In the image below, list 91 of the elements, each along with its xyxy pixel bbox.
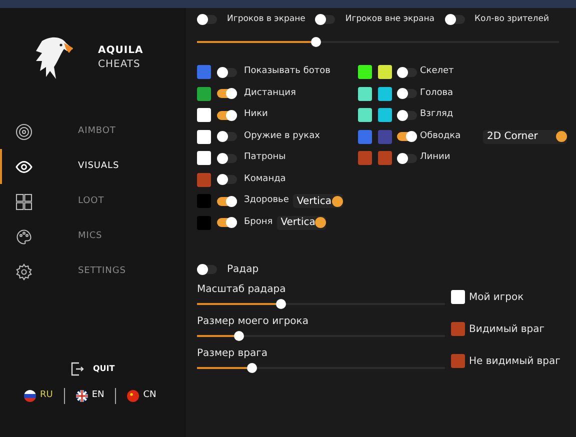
toggle-switch[interactable] [397, 68, 417, 76]
color-swatch[interactable] [451, 354, 465, 368]
target-icon [15, 122, 33, 140]
grid-icon [15, 192, 33, 210]
settings-icon [15, 262, 33, 280]
color-swatch[interactable] [378, 151, 392, 165]
option-label: Скелет [420, 65, 455, 78]
color-swatch[interactable] [451, 290, 465, 304]
option-label: Команда [244, 172, 286, 186]
color-swatch[interactable] [378, 130, 392, 144]
toggle-switch[interactable] [217, 68, 237, 76]
language-option[interactable]: CN [127, 389, 156, 403]
language-option[interactable]: EN [76, 389, 104, 403]
option-label: Оружие в руках [244, 130, 320, 143]
slider-label: Размер врага [197, 346, 268, 360]
toggle-switch[interactable] [217, 89, 237, 98]
slider-thumb[interactable] [311, 37, 322, 47]
option-label: Обводка [420, 130, 462, 143]
color-swatch[interactable] [378, 108, 392, 122]
slider-label: Масштаб радара [197, 282, 287, 296]
toggle-switch[interactable] [217, 196, 237, 206]
toggle-switch[interactable] [217, 175, 237, 184]
toggle-switch[interactable] [397, 110, 417, 120]
brand-subtitle: CHEATS [98, 58, 142, 72]
toggle-switch[interactable] [217, 110, 237, 120]
nav-item[interactable]: AIMBOT [0, 114, 184, 149]
option-label: Взгляд [420, 108, 454, 122]
toggle-switch[interactable] [197, 14, 217, 24]
color-swatch[interactable] [378, 86, 392, 100]
color-swatch[interactable] [197, 172, 211, 186]
nav-item[interactable]: VISUALS [0, 149, 184, 184]
color-swatch[interactable] [358, 65, 372, 79]
quit-button[interactable]: QUIT [71, 362, 184, 376]
color-swatch[interactable] [197, 130, 211, 144]
color-swatch[interactable] [358, 130, 372, 144]
legend-label: Видимый враг [469, 322, 545, 336]
toggle-switch[interactable] [315, 14, 336, 24]
toggle-switch[interactable] [397, 132, 417, 141]
toggle-label: Игроков в экране [227, 12, 306, 26]
toggle-switch[interactable] [217, 154, 237, 162]
slider-thumb[interactable] [246, 362, 257, 372]
color-swatch[interactable] [378, 65, 392, 79]
dropdown[interactable]: 2D Corner [483, 130, 567, 144]
color-swatch[interactable] [197, 86, 211, 100]
nav-item[interactable]: LOOT [0, 184, 184, 219]
toggle-switch[interactable] [197, 264, 217, 274]
option-label: Здоровье [244, 194, 289, 208]
toggle-label: Кол-во зрителей [474, 12, 549, 26]
option-label: Патроны [244, 151, 286, 164]
toggle-switch[interactable] [444, 14, 465, 24]
option-label: Броня [244, 216, 273, 229]
nav-item[interactable]: SETTINGS [0, 254, 184, 289]
option-label: Линии [420, 151, 452, 164]
option-label: Показывать ботов [244, 65, 330, 78]
dropdown-knob-icon [556, 131, 567, 142]
nav-item[interactable]: MICS [0, 219, 184, 254]
option-label: Голова [420, 86, 454, 100]
flag-icon [127, 390, 140, 402]
color-swatch[interactable] [197, 194, 211, 208]
flag-icon [24, 390, 36, 402]
slider-thumb[interactable] [234, 330, 244, 340]
toggle-switch[interactable] [397, 89, 417, 98]
color-swatch[interactable] [451, 322, 465, 336]
color-swatch[interactable] [358, 86, 372, 100]
radar-label: Радар [227, 262, 259, 276]
eagle-logo [36, 35, 74, 81]
toggle-switch[interactable] [217, 218, 237, 227]
toggle-switch[interactable] [217, 132, 237, 141]
dropdown-knob-icon [332, 196, 343, 206]
color-swatch[interactable] [197, 216, 211, 230]
palette-icon [15, 228, 33, 246]
flag-icon [76, 390, 88, 402]
option-label: Дистанция [244, 86, 296, 100]
option-label: Ники [244, 108, 268, 122]
dropdown[interactable]: Vertica [276, 216, 326, 230]
slider-thumb[interactable] [276, 298, 286, 308]
brand-name: AQUILA [98, 44, 144, 58]
slider-label: Размер моего игрока [197, 314, 310, 328]
dropdown[interactable]: Vertica [292, 194, 343, 208]
legend-label: Не видимый враг [469, 354, 560, 368]
toggle-switch[interactable] [397, 154, 417, 162]
dropdown-knob-icon [315, 217, 326, 228]
color-swatch[interactable] [197, 65, 211, 79]
color-swatch[interactable] [197, 151, 211, 165]
legend-label: Мой игрок [469, 290, 524, 304]
color-swatch[interactable] [358, 108, 372, 122]
color-swatch[interactable] [358, 151, 372, 165]
toggle-label: Игроков вне экрана [345, 12, 435, 26]
color-swatch[interactable] [197, 108, 211, 122]
exit-icon [71, 362, 84, 376]
language-option[interactable]: RU [24, 389, 53, 403]
